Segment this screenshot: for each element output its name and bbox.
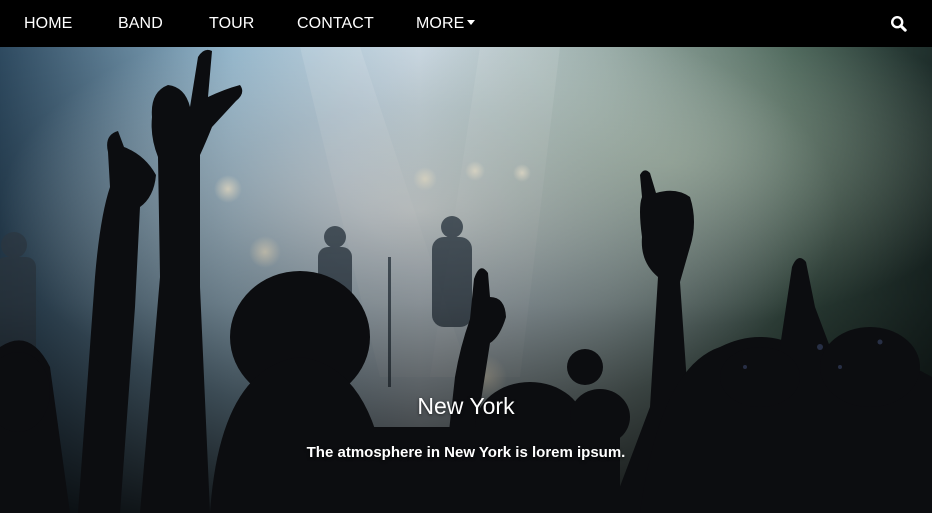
nav-item-tour[interactable]: TOUR xyxy=(209,0,254,47)
hero-caption-text: The atmosphere in New York is lorem ipsu… xyxy=(306,444,626,461)
nav-item-band[interactable]: BAND xyxy=(118,0,163,47)
search-icon xyxy=(890,15,907,32)
search-button[interactable] xyxy=(890,15,908,33)
nav-item-more-dropdown[interactable]: MORE xyxy=(416,0,476,47)
top-navbar: HOME BAND TOUR CONTACT MORE xyxy=(0,0,932,47)
page: HOME BAND TOUR CONTACT MORE New York The… xyxy=(0,0,932,513)
nav-item-more-label: MORE xyxy=(416,15,465,32)
nav-item-contact[interactable]: CONTACT xyxy=(297,0,374,47)
nav-item-home[interactable]: HOME xyxy=(24,0,72,47)
caret-down-icon xyxy=(467,20,476,25)
hero-caption-title: New York xyxy=(417,393,515,419)
